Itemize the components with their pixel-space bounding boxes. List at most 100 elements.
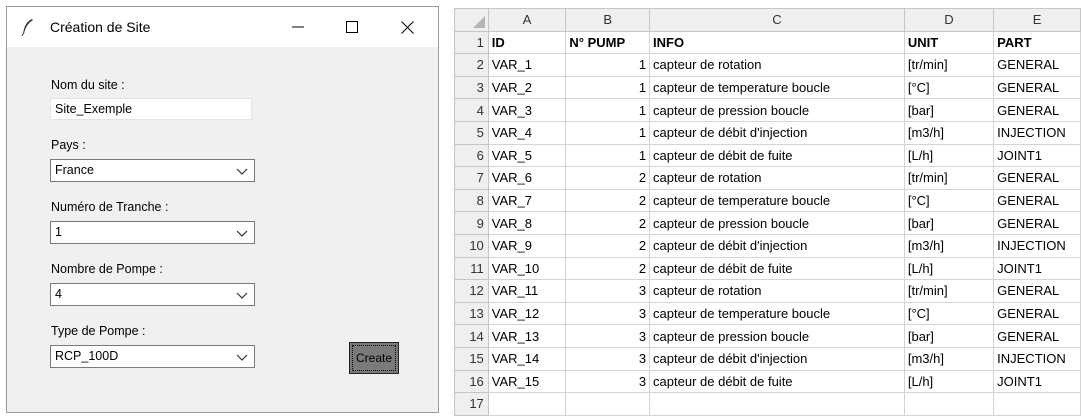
pump-type-select[interactable]: RCP_100D	[50, 345, 255, 368]
close-button[interactable]	[384, 7, 430, 47]
title-bar[interactable]: Création de Site	[7, 7, 438, 47]
cell[interactable]: UNIT	[903, 30, 995, 55]
country-select[interactable]: France	[50, 159, 255, 182]
cell[interactable]: 2	[565, 211, 651, 235]
cell[interactable]: GENERAL	[993, 301, 1081, 326]
cell[interactable]: [L/h]	[903, 143, 995, 168]
cell[interactable]: INJECTION	[993, 346, 1081, 371]
cell[interactable]: capteur de débit d'injection	[649, 233, 905, 258]
cell[interactable]: 3	[565, 369, 651, 394]
row-number[interactable]: 6	[454, 143, 489, 168]
row-number[interactable]: 10	[454, 233, 489, 258]
cell[interactable]	[565, 392, 651, 416]
cell[interactable]: 1	[565, 75, 651, 100]
cell[interactable]: VAR_7	[487, 188, 567, 213]
cell[interactable]: [tr/min]	[903, 279, 995, 303]
cell[interactable]: [L/h]	[903, 256, 995, 281]
row-number[interactable]: 7	[454, 166, 489, 190]
cell[interactable]: GENERAL	[993, 75, 1081, 100]
cell[interactable]: VAR_9	[487, 233, 567, 258]
cell[interactable]: 3	[565, 301, 651, 326]
cell[interactable]: 2	[565, 233, 651, 258]
row-number[interactable]: 5	[454, 120, 489, 145]
cell[interactable]: capteur de rotation	[649, 166, 905, 190]
cell[interactable]: capteur de temperature boucle	[649, 188, 905, 213]
cell[interactable]: 1	[565, 143, 651, 168]
cell[interactable]: 1	[565, 98, 651, 122]
cell[interactable]	[649, 392, 905, 416]
cell[interactable]: 2	[565, 166, 651, 190]
row-number[interactable]: 2	[454, 53, 489, 77]
cell[interactable]: 1	[565, 120, 651, 145]
cell[interactable]: 2	[565, 188, 651, 213]
cell[interactable]: [bar]	[903, 211, 995, 235]
cell[interactable]: VAR_12	[487, 301, 567, 326]
create-button[interactable]: Create	[349, 342, 399, 374]
cell[interactable]: capteur de débit d'injection	[649, 346, 905, 371]
row-number[interactable]: 1	[454, 30, 489, 55]
cell[interactable]: capteur de temperature boucle	[649, 301, 905, 326]
cell[interactable]: [°C]	[903, 75, 995, 100]
cell[interactable]: VAR_11	[487, 279, 567, 303]
row-number[interactable]: 12	[454, 279, 489, 303]
cell[interactable]: VAR_3	[487, 98, 567, 122]
cell[interactable]: capteur de rotation	[649, 279, 905, 303]
row-number[interactable]: 15	[454, 346, 489, 371]
cell[interactable]: 3	[565, 279, 651, 303]
row-number[interactable]: 9	[454, 211, 489, 235]
pump-count-select[interactable]: 4	[50, 283, 255, 306]
cell[interactable]: 1	[565, 53, 651, 77]
row-number[interactable]: 3	[454, 75, 489, 100]
row-number[interactable]: 8	[454, 188, 489, 213]
cell[interactable]: 2	[565, 256, 651, 281]
cell[interactable]: INJECTION	[993, 233, 1081, 258]
cell[interactable]: 3	[565, 346, 651, 371]
column-header-d[interactable]: D	[903, 8, 995, 32]
cell[interactable]: VAR_13	[487, 324, 567, 348]
cell[interactable]: capteur de temperature boucle	[649, 75, 905, 100]
cell[interactable]: [m3/h]	[903, 233, 995, 258]
cell[interactable]: capteur de pression boucle	[649, 98, 905, 122]
cell[interactable]: GENERAL	[993, 188, 1081, 213]
cell[interactable]: VAR_8	[487, 211, 567, 235]
cell[interactable]: JOINT1	[993, 143, 1081, 168]
cell[interactable]: [bar]	[903, 324, 995, 348]
cell[interactable]: capteur de débit de fuite	[649, 143, 905, 168]
cell[interactable]: JOINT1	[993, 369, 1081, 394]
row-number[interactable]: 17	[454, 392, 489, 416]
cell[interactable]: VAR_4	[487, 120, 567, 145]
column-header-a[interactable]: A	[487, 8, 567, 32]
cell[interactable]: capteur de débit de fuite	[649, 369, 905, 394]
column-header-b[interactable]: B	[565, 8, 651, 32]
cell[interactable]: VAR_5	[487, 143, 567, 168]
cell[interactable]: GENERAL	[993, 98, 1081, 122]
row-number[interactable]: 14	[454, 324, 489, 348]
cell[interactable]: INFO	[649, 30, 905, 55]
column-header-c[interactable]: C	[649, 8, 905, 32]
cell[interactable]: ID	[487, 30, 567, 55]
cell[interactable]: capteur de débit d'injection	[649, 120, 905, 145]
cell[interactable]: INJECTION	[993, 120, 1081, 145]
cell[interactable]: [L/h]	[903, 369, 995, 394]
cell[interactable]: capteur de pression boucle	[649, 324, 905, 348]
cell[interactable]: VAR_15	[487, 369, 567, 394]
cell[interactable]: VAR_14	[487, 346, 567, 371]
cell[interactable]: PART	[993, 30, 1081, 55]
cell[interactable]: JOINT1	[993, 256, 1081, 281]
maximize-button[interactable]	[329, 7, 375, 47]
row-number[interactable]: 16	[454, 369, 489, 394]
cell[interactable]: [tr/min]	[903, 166, 995, 190]
cell[interactable]	[993, 392, 1081, 416]
tranche-select[interactable]: 1	[50, 221, 255, 244]
cell[interactable]: VAR_10	[487, 256, 567, 281]
cell[interactable]: [bar]	[903, 98, 995, 122]
cell[interactable]: capteur de débit de fuite	[649, 256, 905, 281]
cell[interactable]: 3	[565, 324, 651, 348]
cell[interactable]: [°C]	[903, 188, 995, 213]
row-number[interactable]: 13	[454, 301, 489, 326]
cell[interactable]: N° PUMP	[565, 30, 651, 55]
cell[interactable]: GENERAL	[993, 324, 1081, 348]
row-number[interactable]: 11	[454, 256, 489, 281]
minimize-button[interactable]	[275, 7, 321, 47]
cell[interactable]: capteur de rotation	[649, 53, 905, 77]
